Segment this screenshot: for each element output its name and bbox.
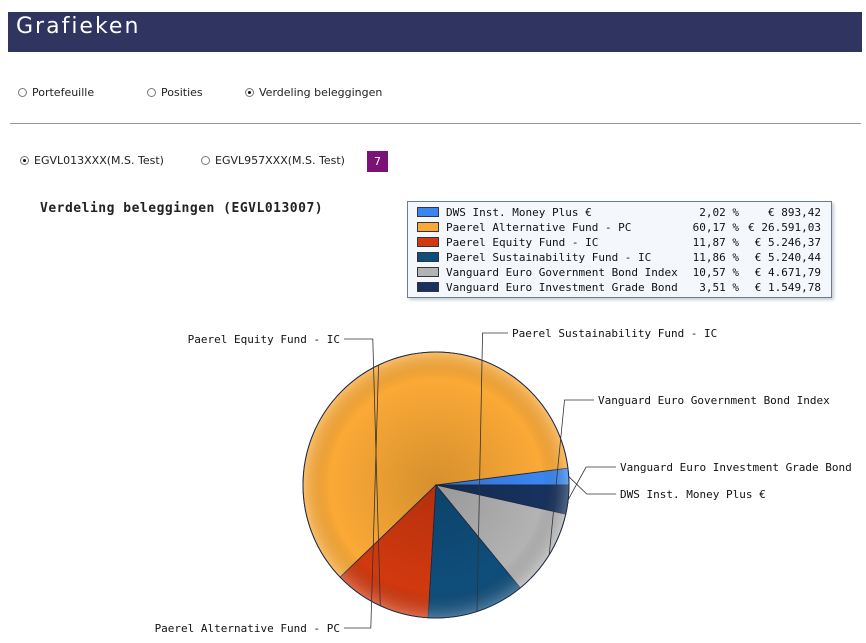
slice-label: Paerel Equity Fund - IC [188,333,340,346]
slice-label: DWS Inst. Money Plus € [620,488,766,501]
pie-chart: DWS Inst. Money Plus € Paerel Alternative… [155,327,852,635]
slice-label: Paerel Sustainability Fund - IC [512,327,717,340]
slice-label: Vanguard Euro Investment Grade Bond [620,461,852,474]
slice-label: Paerel Alternative Fund - PC [155,622,340,635]
pie-outline [302,351,570,619]
slice-label: Vanguard Euro Government Bond Index [598,394,830,407]
